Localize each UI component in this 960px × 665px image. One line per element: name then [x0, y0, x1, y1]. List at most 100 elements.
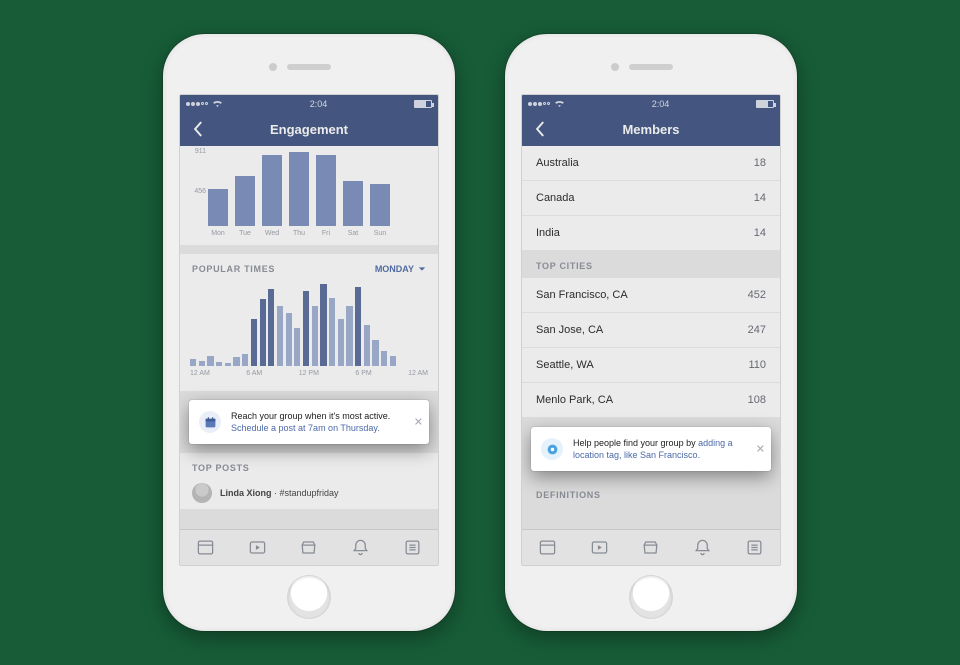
bar [355, 287, 361, 366]
bar [303, 291, 309, 366]
tab-watch[interactable] [245, 536, 269, 560]
tip-text: Help people find your group by adding a … [573, 437, 747, 461]
bar [277, 306, 283, 366]
list-row[interactable]: Australia 18 [522, 146, 780, 181]
battery-icon [756, 100, 774, 108]
screen-members: 2:04 Members Australia 18 Canada14 India 14 … [521, 94, 781, 566]
weekly-engagement-chart: 911 456 MonTueWedThuFriSatSun [180, 146, 438, 245]
bar [338, 319, 344, 366]
status-time: 2:04 [652, 99, 670, 109]
tip-dismiss[interactable]: ✕ [414, 416, 423, 429]
content-engagement: 911 456 MonTueWedThuFriSatSun POPULAR TI… [180, 146, 438, 529]
list-row[interactable]: San Jose, CA 247 [522, 313, 780, 348]
wifi-icon [554, 99, 565, 109]
bar [208, 189, 228, 226]
home-button[interactable] [287, 575, 331, 619]
row-label: San Jose, CA [536, 324, 603, 336]
x-label: 12 AM [190, 370, 210, 377]
bar [320, 284, 326, 366]
nav-header: Engagement [180, 112, 438, 146]
tip-add-location[interactable]: Help people find your group by adding a … [531, 427, 771, 471]
bar [370, 184, 390, 226]
chart-x-labels: MonTueWedThuFriSatSun [208, 230, 428, 237]
tip-text: Reach your group when it's most active. … [231, 410, 390, 434]
tip-schedule-post[interactable]: Reach your group when it's most active. … [189, 400, 429, 444]
tab-notifications[interactable] [691, 536, 715, 560]
popular-times-chart: 12 AM6 AM12 PM6 PM12 AM [180, 284, 438, 391]
tab-bar [180, 529, 438, 565]
bar [207, 356, 213, 366]
bar [286, 313, 292, 366]
popular-times-header-row: POPULAR TIMES MONDAY [180, 254, 438, 284]
hourly-bars [190, 284, 428, 366]
tab-market[interactable] [297, 536, 321, 560]
definitions-header: DEFINITIONS [522, 480, 780, 507]
tab-watch[interactable] [587, 536, 611, 560]
bar [233, 357, 239, 366]
top-post-row[interactable]: Linda Xiong · #standupfriday [180, 479, 438, 509]
tab-feed[interactable] [194, 536, 218, 560]
bar [294, 328, 300, 366]
row-count: 108 [748, 394, 766, 406]
page-title: Members [522, 122, 780, 137]
bar [381, 351, 387, 366]
x-label: Mon [208, 230, 228, 237]
tab-market[interactable] [639, 536, 663, 560]
signal-icon [186, 102, 208, 106]
bar [390, 356, 396, 366]
x-label: 6 AM [246, 370, 262, 377]
day-selector[interactable]: MONDAY [375, 264, 426, 274]
bar [251, 319, 257, 366]
signal-icon [528, 102, 550, 106]
x-label: 12 AM [408, 370, 428, 377]
cities-header: TOP CITIES [522, 251, 780, 278]
phone-right: 2:04 Members Australia 18 Canada14 India 14 … [505, 34, 797, 631]
row-label: San Francisco, CA [536, 289, 628, 301]
row-label: Australia [536, 157, 579, 169]
nav-header: Members [522, 112, 780, 146]
bar [242, 354, 248, 366]
chart-y-axis: 911 456 [184, 148, 206, 227]
hourly-x-labels: 12 AM6 AM12 PM6 PM12 AM [190, 370, 428, 377]
back-button[interactable] [522, 121, 556, 137]
list-row[interactable]: Seattle, WA110 [522, 348, 780, 383]
bar [289, 152, 309, 226]
phone-speaker [629, 64, 673, 70]
x-label: Sat [343, 230, 363, 237]
back-button[interactable] [180, 121, 214, 137]
tab-bar [522, 529, 780, 565]
tab-feed[interactable] [536, 536, 560, 560]
bar [262, 155, 282, 226]
list-row[interactable]: India 14 [522, 216, 780, 251]
bar [216, 362, 222, 366]
bar [268, 289, 274, 366]
home-button[interactable] [629, 575, 673, 619]
row-label: India [536, 227, 560, 239]
row-count: 14 [754, 227, 766, 239]
bar [364, 325, 370, 366]
bar [235, 176, 255, 226]
bar [225, 363, 231, 366]
countries-list: Australia 18 Canada14 India 14 [522, 146, 780, 251]
wifi-icon [212, 99, 223, 109]
x-label: Wed [262, 230, 282, 237]
tab-menu[interactable] [742, 536, 766, 560]
calendar-icon [199, 411, 221, 433]
content-members: Australia 18 Canada14 India 14 TOP CITIES Sa… [522, 146, 780, 529]
post-author-line: Linda Xiong · #standupfriday [220, 488, 339, 498]
tab-notifications[interactable] [349, 536, 373, 560]
phone-speaker [287, 64, 331, 70]
list-row[interactable]: San Francisco, CA452 [522, 278, 780, 313]
tab-menu[interactable] [400, 536, 424, 560]
row-count: 247 [748, 324, 766, 336]
list-row[interactable]: Canada14 [522, 181, 780, 216]
row-count: 18 [754, 157, 766, 169]
screen-engagement: 2:04 Engagement 911 456 MonTueWedThuFriS… [179, 94, 439, 566]
list-row[interactable]: Menlo Park, CA108 [522, 383, 780, 418]
x-label: Thu [289, 230, 309, 237]
section-label: POPULAR TIMES [192, 264, 275, 274]
page-title: Engagement [180, 122, 438, 137]
chevron-down-icon [418, 265, 426, 273]
tip-dismiss[interactable]: ✕ [756, 443, 765, 456]
x-label: 12 PM [299, 370, 319, 377]
